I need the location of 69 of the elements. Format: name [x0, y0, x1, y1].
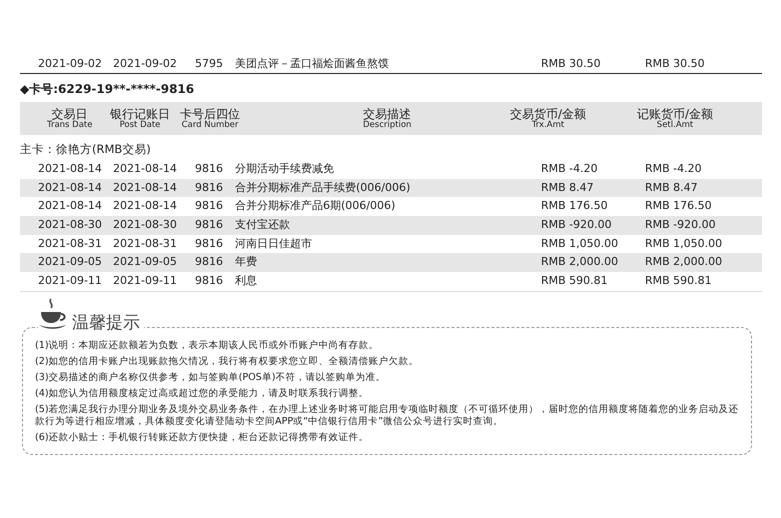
card-number: 9816	[195, 274, 223, 288]
post-date: 2021-08-14	[113, 180, 177, 194]
card-number-heading: ◆卡号:6229-19**-****-9816	[20, 80, 196, 98]
column-subheading: Card Number	[182, 120, 238, 130]
settlement-amount: RMB -4.20	[645, 162, 702, 176]
trans-date: 2021-08-14	[38, 199, 102, 212]
transaction-description: 分期活动手续费减免	[235, 162, 334, 176]
tip-text: (3)交易描述的商户名称仅供参考，如与签购单(POS单)不符，请以签购单为准。	[35, 372, 387, 384]
post-date: 2021-09-05	[113, 255, 177, 268]
trans-date: 2021-08-31	[38, 236, 102, 250]
tip-text: (6)还款小贴士：手机银行转账还款方便快捷，柜台还款记得携带有效证件。	[35, 432, 370, 444]
tips-title: 温馨提示	[72, 314, 140, 332]
column-heading: 卡号后四位	[180, 108, 240, 121]
post-date: 2021-09-02	[113, 56, 177, 70]
trans-date: 2021-08-14	[38, 180, 102, 194]
card-number: 9816	[195, 255, 223, 268]
settlement-amount: RMB 8.47	[645, 180, 698, 194]
settlement-amount: RMB 1,050.00	[645, 236, 722, 250]
transaction-description: 美团点评－孟口福烩面酱鱼熬馍	[235, 56, 389, 70]
column-subheading: Trans Date	[47, 120, 92, 130]
card-number: 9816	[195, 236, 223, 250]
column-heading: 银行记账日	[110, 108, 170, 121]
transaction-amount: RMB 590.81	[541, 274, 608, 288]
column-subheading: Setl.Amt	[656, 120, 694, 130]
column-subheading: Description	[363, 120, 412, 130]
settlement-amount: RMB 30.50	[645, 56, 705, 70]
column-heading: 记账货币/金额	[637, 108, 714, 121]
trans-date: 2021-08-14	[38, 162, 102, 176]
column-subheading: Trx.Amt	[532, 120, 564, 130]
trans-date: 2021-08-30	[38, 218, 102, 232]
column-heading: 交易日	[52, 108, 88, 121]
transaction-description: 合并分期标准产品6期(006/006)	[235, 199, 396, 212]
transaction-description: 支付宝还款	[235, 218, 290, 232]
column-heading: 交易货币/金额	[510, 108, 586, 121]
transaction-description: 利息	[235, 274, 257, 288]
transaction-amount: RMB 8.47	[541, 180, 594, 194]
transaction-amount: RMB -920.00	[541, 218, 612, 232]
column-subheading: Post Date	[120, 120, 160, 130]
card-number: 5795	[195, 56, 223, 70]
post-date: 2021-08-31	[113, 236, 177, 250]
post-date: 2021-08-30	[113, 218, 177, 232]
card-number: 9816	[195, 180, 223, 194]
transaction-amount: RMB 30.50	[541, 56, 601, 70]
card-number: 9816	[195, 199, 223, 212]
tip-text: (2)如您的信用卡账户出现账款拖欠情况，我行将有权要求您立即、全额清偿账户欠款。	[35, 356, 420, 368]
post-date: 2021-09-11	[113, 274, 177, 288]
settlement-amount: RMB 2,000.00	[645, 255, 722, 268]
trans-date: 2021-09-05	[38, 255, 102, 268]
transaction-amount: RMB 176.50	[541, 199, 608, 212]
transaction-amount: RMB 2,000.00	[541, 255, 618, 268]
trans-date: 2021-09-02	[38, 56, 102, 70]
transaction-amount: RMB 1,050.00	[541, 236, 618, 250]
cardholder-label: 主卡：徐艳方(RMB交易)	[20, 140, 152, 158]
transaction-amount: RMB -4.20	[541, 162, 598, 176]
tip-text: (5)若您满足我行办理分期业务及境外交易业务条件，在办理上述业务时将可能启用专项临时额度（不可循环使用），届时您的信用额度将随着您的业务启动及还款行为等进行相应增减，具体额度变化请登陆动卡空间APP或“中信银行信用卡”微信公众号进行实时查询。	[35, 404, 739, 428]
card-number: 9816	[195, 162, 223, 176]
settlement-amount: RMB 590.81	[645, 274, 712, 288]
transaction-description: 合并分期标准产品手续费(006/006)	[235, 180, 410, 194]
tip-text: (4)如您认为信用额度核定过高或超过您的承受能力，请及时联系我行调整。	[35, 388, 370, 400]
card-number: 9816	[195, 218, 223, 232]
column-heading: 交易描述	[363, 108, 412, 121]
tip-text: (1)说明：本期应还款额若为负数，表示本期该人民币或外币账户中尚有存款。	[35, 340, 380, 352]
transaction-description: 年费	[235, 255, 257, 268]
post-date: 2021-08-14	[113, 199, 177, 212]
post-date: 2021-08-14	[113, 162, 177, 176]
transaction-description: 河南日日佳超市	[235, 236, 312, 250]
settlement-amount: RMB -920.00	[645, 218, 716, 232]
settlement-amount: RMB 176.50	[645, 199, 712, 212]
trans-date: 2021-09-11	[38, 274, 102, 288]
